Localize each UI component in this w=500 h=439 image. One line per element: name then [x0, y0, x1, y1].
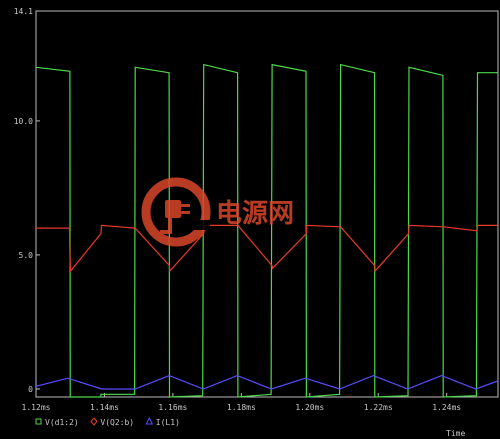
x-tick-label: 1.20ms: [295, 403, 324, 412]
x-tick-label: 1.14ms: [90, 403, 119, 412]
y-tick-label: 5.0: [19, 251, 34, 260]
watermark-text: 电源网: [216, 199, 294, 229]
y-tick-label: 0: [28, 385, 33, 394]
x-tick-label: 1.12ms: [22, 403, 51, 412]
y-tick-label: 10.0: [14, 117, 33, 126]
legend-label-i-l1: I(L1): [156, 418, 180, 427]
x-tick-label: 1.18ms: [227, 403, 256, 412]
y-tick-label: 14.1: [14, 7, 33, 16]
x-tick-label: 1.24ms: [432, 403, 461, 412]
chart: 0 5.0 10.0 14.1 1.12ms 1.14ms 1.16ms 1.18ms 1.2…: [0, 0, 500, 439]
x-tick-label: 1.16ms: [158, 403, 187, 412]
x-tick-label: 1.22ms: [364, 403, 393, 412]
legend-label-v-d1-2: V(d1:2): [45, 418, 79, 427]
legend-label-v-q2-b: V(Q2:b): [100, 418, 134, 427]
x-axis-label: Time: [446, 429, 465, 438]
legend: V(d1:2) V(Q2:b) I(L1): [35, 416, 180, 427]
